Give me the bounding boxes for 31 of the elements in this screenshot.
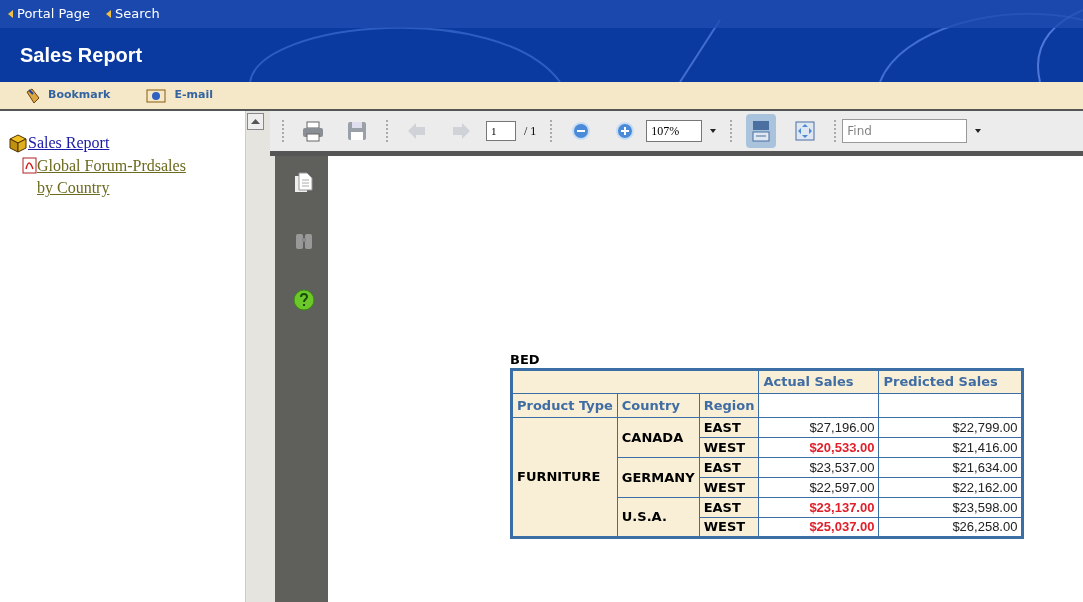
caret-icon	[975, 129, 982, 133]
help-icon	[292, 289, 315, 311]
bookmark-icon	[24, 87, 40, 104]
caret-icon	[710, 129, 717, 133]
page-number-field[interactable]: 1	[486, 121, 516, 141]
tree-item[interactable]: Sales Report	[28, 131, 110, 155]
nav-link[interactable]: Portal Page	[8, 4, 90, 24]
binoculars-icon	[293, 231, 314, 251]
column-header: Product Type	[511, 393, 618, 418]
pages-icon	[294, 172, 313, 193]
caret-icon	[105, 10, 111, 18]
toolbar-link[interactable]: E-mail	[146, 87, 213, 104]
column-header: Predicted Sales	[878, 369, 1023, 394]
table-cell: GERMANY	[617, 457, 700, 498]
toolbar-link[interactable]: Bookmark	[24, 87, 111, 104]
nav-link[interactable]: Search	[105, 4, 160, 24]
table-cell: FURNITURE	[511, 417, 618, 538]
report-title: BED	[510, 352, 541, 368]
scroll-up-icon	[247, 113, 264, 130]
envelope-icon	[146, 87, 167, 104]
table-cell: U.S.A.	[617, 497, 700, 538]
pdf-file-icon	[22, 157, 37, 174]
scrollbar[interactable]	[245, 111, 270, 602]
package-icon	[8, 133, 28, 153]
page-title: Sales Report	[20, 43, 143, 68]
table-cell: CANADA	[617, 417, 700, 458]
page-total: / 1	[524, 123, 537, 140]
column-header: Actual Sales	[758, 369, 879, 394]
fit-width-icon[interactable]	[746, 114, 777, 148]
caret-icon	[8, 10, 13, 18]
tree-item[interactable]: Global Forum-Prdsales by Country	[37, 155, 187, 199]
